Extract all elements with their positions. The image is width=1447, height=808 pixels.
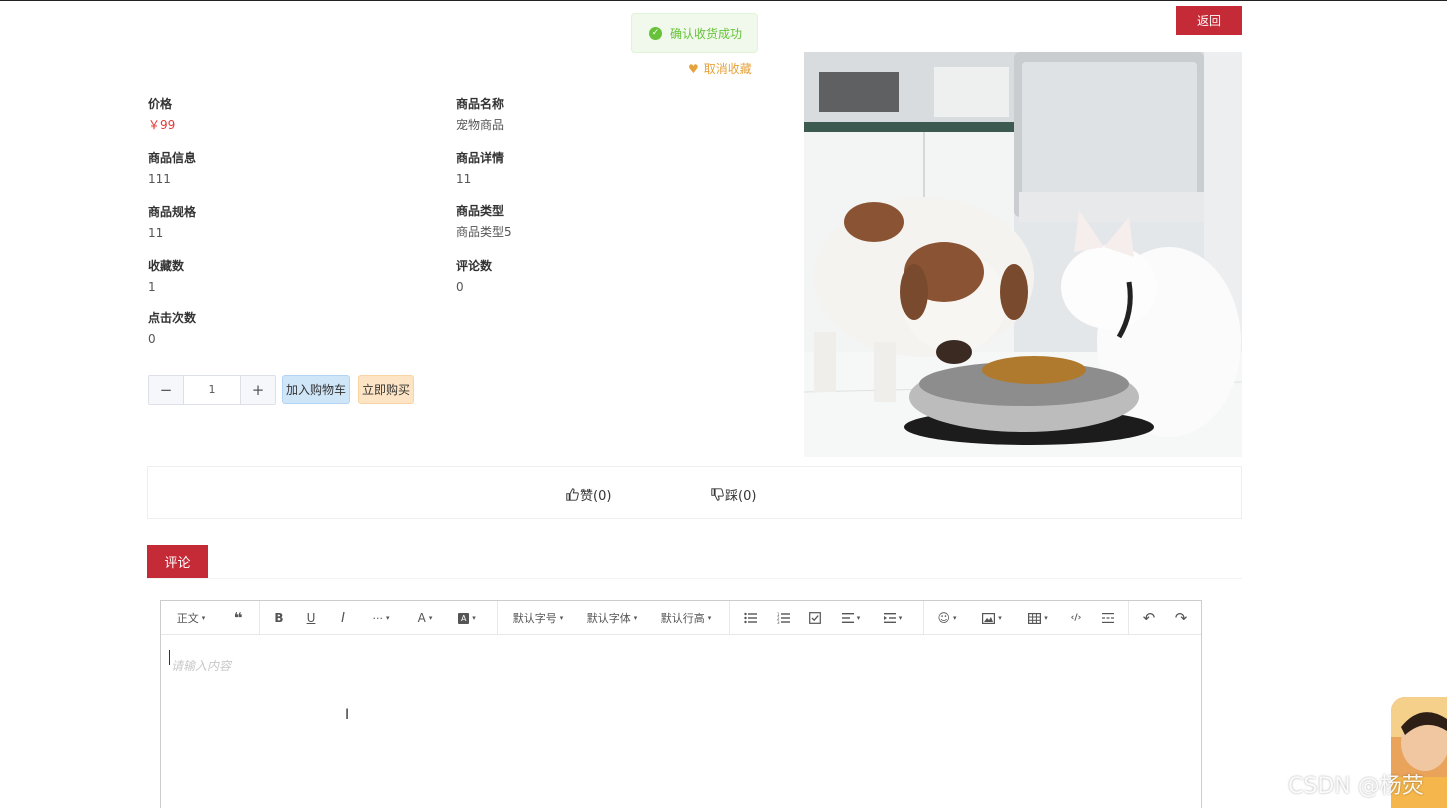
- comment-count-field: 评论数 0: [456, 258, 736, 295]
- bold-icon[interactable]: B: [267, 601, 291, 635]
- quantity-stepper: − 1 +: [148, 375, 276, 405]
- caret-down-icon: ▾: [633, 614, 638, 622]
- more-styles-label: ···: [372, 611, 383, 625]
- like-button[interactable]: 赞(0): [566, 485, 611, 504]
- italic-icon[interactable]: I: [331, 601, 355, 635]
- emoji-icon[interactable]: ☺ ▾: [933, 601, 961, 635]
- font-family-label: 默认字体: [586, 612, 631, 625]
- more-styles-select[interactable]: ··· ▾: [365, 601, 397, 635]
- click-count-value: 0: [148, 332, 156, 346]
- line-height-select[interactable]: 默认行高 ▾: [655, 601, 717, 635]
- underline-icon[interactable]: U: [299, 601, 323, 635]
- font-size-label: 默认字号: [512, 612, 557, 625]
- numbered-list-icon[interactable]: 123: [772, 601, 794, 635]
- indent-icon[interactable]: ▾: [879, 601, 907, 635]
- vote-bar: 赞(0) 踩(0): [147, 466, 1242, 519]
- dislike-button[interactable]: 踩(0): [711, 485, 756, 504]
- toolbar-divider: [923, 601, 924, 635]
- type-field: 商品类型 商品类型5: [456, 203, 736, 240]
- todo-checkbox-icon[interactable]: [804, 601, 826, 635]
- toast-message: 确认收货成功: [670, 26, 743, 41]
- price-value: ￥99: [148, 118, 176, 132]
- click-count-label: 点击次数: [148, 311, 197, 325]
- comment-count-value: 0: [456, 280, 464, 294]
- detail-field: 商品详情 11: [456, 150, 736, 187]
- price-field: 价格 ￥99: [148, 96, 428, 133]
- product-image: [804, 52, 1242, 457]
- spec-field: 商品规格 11: [148, 204, 428, 241]
- like-label: 赞(0): [580, 489, 612, 504]
- background-color-icon[interactable]: A ▾: [453, 601, 481, 635]
- unfavorite-button[interactable]: ♥ 取消收藏: [688, 60, 752, 77]
- type-value: 商品类型5: [456, 225, 512, 239]
- heart-icon: ♥: [688, 61, 699, 76]
- code-icon[interactable]: ‹/›: [1064, 601, 1088, 635]
- add-to-cart-button[interactable]: 加入购物车: [282, 375, 350, 404]
- check-circle-icon: ✓: [649, 26, 662, 40]
- undo-icon[interactable]: ↶: [1137, 601, 1161, 635]
- toolbar-divider: [259, 601, 260, 635]
- spec-label: 商品规格: [148, 205, 197, 219]
- image-icon[interactable]: ▾: [977, 601, 1007, 635]
- desc-field: 商品信息 111: [148, 150, 428, 187]
- caret-down-icon: ▾: [707, 614, 712, 622]
- spec-value: 11: [148, 226, 164, 240]
- line-height-label: 默认行高: [660, 612, 705, 625]
- desc-value: 111: [148, 172, 171, 186]
- font-color-icon[interactable]: A ▾: [411, 601, 439, 635]
- quote-icon[interactable]: ❝: [225, 601, 251, 635]
- table-icon[interactable]: ▾: [1023, 601, 1053, 635]
- paragraph-label: 正文: [176, 612, 199, 625]
- comment-tab[interactable]: 评论: [147, 545, 208, 578]
- decrease-quantity-button[interactable]: −: [149, 376, 183, 404]
- bullet-list-icon[interactable]: [739, 601, 761, 635]
- success-toast: ✓ 确认收货成功: [631, 13, 758, 53]
- paragraph-select[interactable]: 正文 ▾: [171, 601, 211, 635]
- name-field: 商品名称 宠物商品: [456, 96, 736, 133]
- desc-label: 商品信息: [148, 151, 197, 165]
- top-border: [0, 0, 1447, 1]
- editor-toolbar: 正文 ▾ ❝ B U I ··· ▾ A ▾ A ▾ 默认字号 ▾ 默认字体 ▾ 默认行高 ▾…: [161, 601, 1201, 635]
- dislike-label: 踩(0): [725, 489, 757, 504]
- fav-count-field: 收藏数 1: [148, 258, 428, 295]
- tab-divider: [147, 578, 1242, 579]
- mouse-ibeam-icon: I: [345, 707, 350, 723]
- name-value: 宠物商品: [456, 118, 505, 132]
- toolbar-divider: [729, 601, 730, 635]
- svg-text:3: 3: [777, 620, 780, 624]
- editor-placeholder[interactable]: 请输入内容: [171, 657, 231, 674]
- name-label: 商品名称: [456, 97, 505, 111]
- redo-icon[interactable]: ↷: [1169, 601, 1193, 635]
- detail-label: 商品详情: [456, 151, 505, 165]
- detail-value: 11: [456, 172, 472, 186]
- increase-quantity-button[interactable]: +: [241, 376, 275, 404]
- click-count-field: 点击次数 0: [148, 310, 428, 347]
- caret-down-icon: ▾: [201, 614, 206, 622]
- font-family-select[interactable]: 默认字体 ▾: [581, 601, 643, 635]
- font-size-select[interactable]: 默认字号 ▾: [507, 601, 569, 635]
- align-icon[interactable]: ▾: [837, 601, 865, 635]
- buy-now-button[interactable]: 立即购买: [358, 375, 414, 404]
- thumbs-down-icon: [711, 488, 724, 501]
- fav-count-value: 1: [148, 280, 156, 294]
- comment-count-label: 评论数: [456, 259, 493, 273]
- caret-down-icon: ▾: [385, 614, 390, 622]
- comment-editor: 正文 ▾ ❝ B U I ··· ▾ A ▾ A ▾ 默认字号 ▾ 默认字体 ▾ 默认行高 ▾…: [160, 600, 1202, 808]
- unfavorite-label: 取消收藏: [703, 62, 752, 76]
- divider-line-icon[interactable]: [1096, 601, 1120, 635]
- toolbar-divider: [497, 601, 498, 635]
- toolbar-divider: [1128, 601, 1129, 635]
- thumbs-up-icon: [566, 488, 579, 501]
- text-cursor: [169, 650, 170, 665]
- back-button[interactable]: 返回: [1176, 6, 1242, 35]
- caret-down-icon: ▾: [559, 614, 564, 622]
- fav-count-label: 收藏数: [148, 259, 185, 273]
- watermark: CSDN @杨荧: [1288, 774, 1424, 799]
- quantity-input[interactable]: 1: [183, 376, 241, 404]
- type-label: 商品类型: [456, 204, 505, 218]
- price-label: 价格: [148, 97, 173, 111]
